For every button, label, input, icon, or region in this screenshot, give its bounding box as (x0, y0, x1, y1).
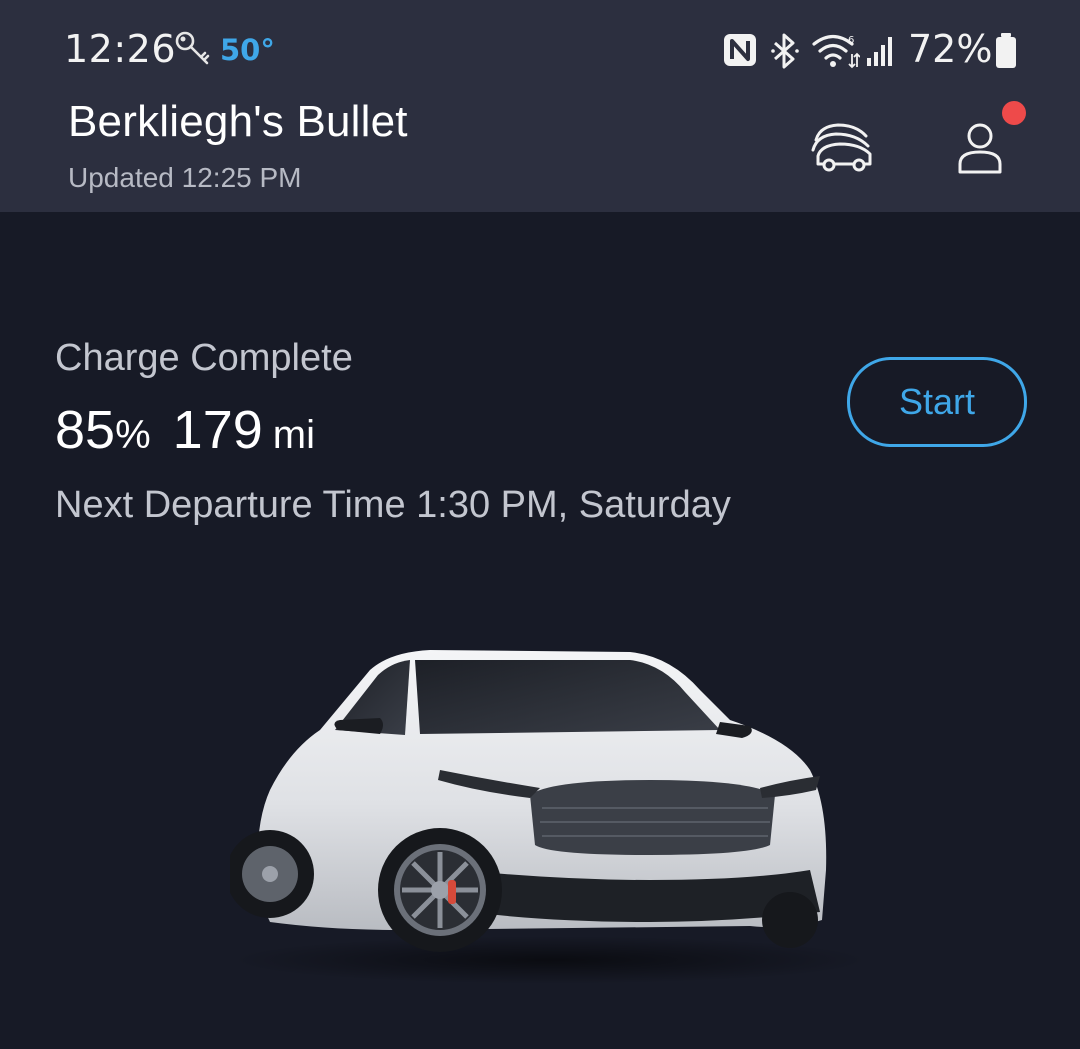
status-bar: 12:26 50° 6 72% (0, 0, 1080, 100)
vehicle-image (226, 630, 870, 990)
status-temperature: 50° (220, 33, 275, 67)
charge-status: Charge Complete (55, 337, 353, 379)
account-icon (948, 123, 1018, 186)
last-updated-text: Updated 12:25 PM (68, 162, 302, 193)
vehicle-name[interactable]: Berkliegh's Bullet (68, 97, 408, 147)
svg-text:6: 6 (848, 35, 854, 46)
bluetooth-icon (770, 32, 800, 74)
next-departure-text[interactable]: Next Departure Time 1:30 PM, Saturday (55, 484, 731, 527)
key-icon (174, 30, 214, 70)
fordpass-app-screen: 12:26 50° 6 72% Berkliegh's Bullet Updat… (0, 0, 1080, 1049)
battery-percent: 72% (908, 27, 993, 71)
wifi-icon: 6 (812, 32, 861, 74)
garage-button[interactable] (808, 118, 878, 178)
range-value: 179 (172, 400, 263, 460)
battery-icon (994, 32, 1018, 74)
start-charge-button[interactable]: Start (847, 357, 1027, 447)
signal-icon (866, 32, 896, 72)
status-time: 12:26 (64, 27, 177, 71)
top-bar: 12:26 50° 6 72% Berkliegh's Bullet Updat… (0, 0, 1080, 212)
garage-cars-icon (808, 123, 878, 182)
range-unit: mi (272, 413, 315, 457)
notification-badge (1002, 101, 1026, 125)
charge-summary: 85% 179 mi (55, 399, 315, 469)
nfc-icon (722, 32, 758, 72)
charge-percent-value: 85 (55, 400, 116, 460)
charge-percent-unit: % (115, 413, 151, 457)
